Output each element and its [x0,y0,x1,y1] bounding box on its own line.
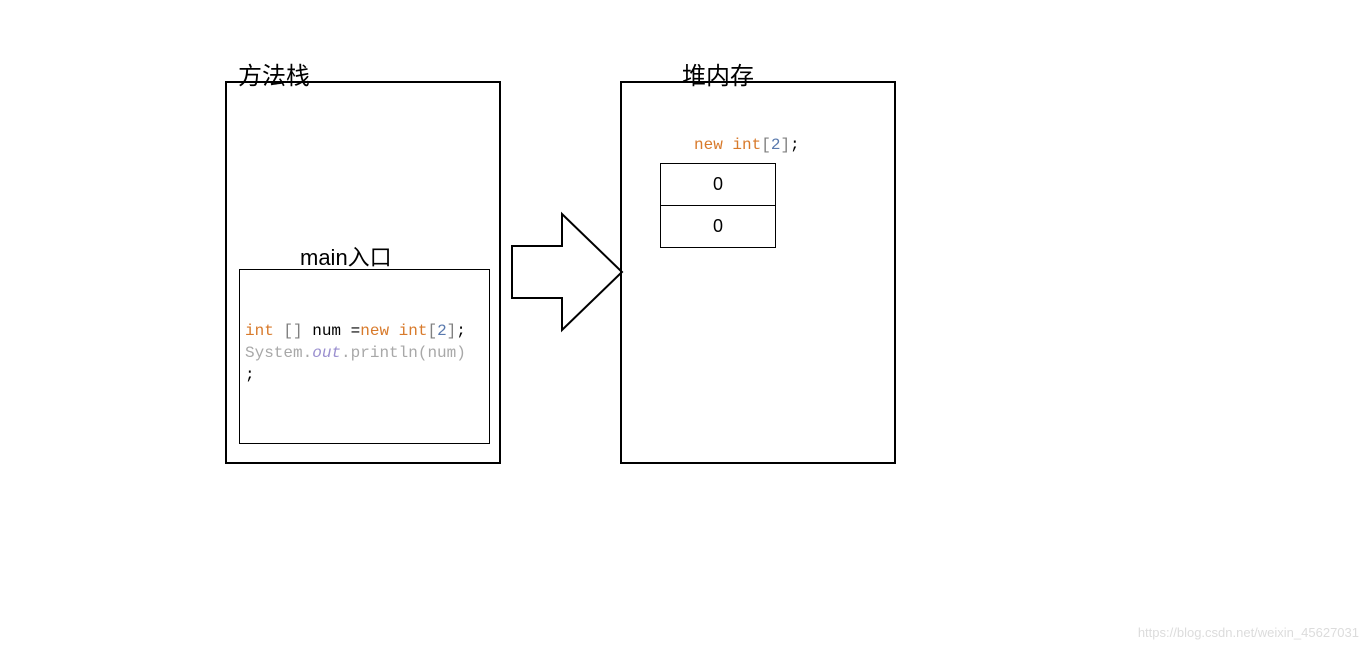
diagram-container: 方法栈 main入口 int [] num =new int[2]; Syste… [0,0,1367,646]
heap-array-table: 0 0 [660,163,776,248]
heap-keyword-new: new [694,136,732,154]
code-semicolon: ; [456,322,466,340]
main-entry-label: main入口 [300,240,392,272]
code-brackets: [] [274,322,312,340]
code-keyword-new: new [360,322,398,340]
array-cell-1: 0 [661,206,776,248]
code-number-two: 2 [437,322,447,340]
heap-open-bracket: [ [761,136,771,154]
array-row-0: 0 [661,164,776,206]
code-semicolon-2: ; [245,366,255,384]
arrow-icon [508,210,626,334]
code-varname: num [312,322,350,340]
heap-close-bracket: ] [780,136,790,154]
code-out: out [312,344,341,362]
array-row-1: 0 [661,206,776,248]
watermark-text: https://blog.csdn.net/weixin_45627031 [1138,625,1359,640]
code-open-bracket: [ [427,322,437,340]
heap-number-two: 2 [771,136,781,154]
code-println: .println(num) [341,344,466,362]
heap-semicolon: ; [790,136,800,154]
code-eq: = [351,322,361,340]
code-system: System. [245,344,312,362]
code-keyword-int2: int [399,322,428,340]
stack-code: int [] num =new int[2]; System.out.print… [245,320,466,386]
heap-keyword-int: int [732,136,761,154]
heap-code: new int[2]; [694,136,800,154]
array-cell-0: 0 [661,164,776,206]
code-close-bracket: ] [447,322,457,340]
code-keyword-int: int [245,322,274,340]
